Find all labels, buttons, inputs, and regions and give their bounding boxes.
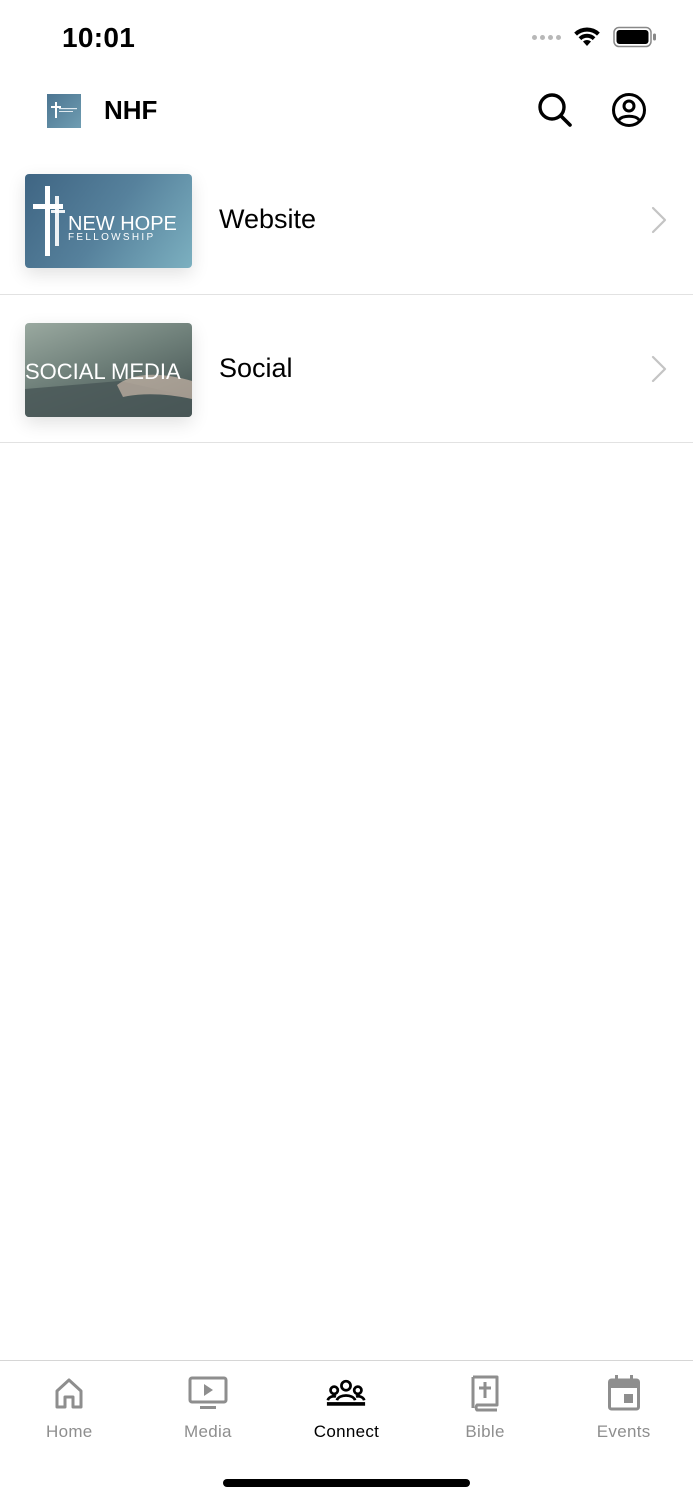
- wifi-icon: [574, 27, 600, 46]
- connect-icon: [326, 1379, 366, 1406]
- media-icon: [188, 1376, 228, 1409]
- profile-button[interactable]: [609, 90, 649, 130]
- app-header: NHF: [0, 76, 693, 146]
- website-thumbnail: NEW HOPE FELLOWSHIP: [25, 174, 192, 268]
- events-icon: [607, 1375, 640, 1411]
- tab-label: Media: [183, 1422, 232, 1441]
- tab-label: Home: [46, 1422, 93, 1441]
- app-logo-icon: [51, 102, 77, 118]
- chevron-right-icon: [651, 206, 667, 234]
- thumb-line2: FELLOWSHIP: [68, 232, 155, 243]
- tab-media[interactable]: Media: [139, 1373, 278, 1442]
- chevron-right-icon: [651, 355, 667, 383]
- search-button[interactable]: [535, 90, 575, 130]
- tab-label: Events: [596, 1422, 651, 1441]
- tab-connect[interactable]: Connect: [277, 1373, 416, 1442]
- header-actions: [535, 90, 649, 130]
- tab-bar: Home Media Connect Bible Events: [0, 1360, 693, 1500]
- tab-home[interactable]: Home: [0, 1373, 139, 1442]
- thumb-text: SOCIAL MEDIA: [25, 359, 181, 384]
- battery-icon: [613, 26, 656, 48]
- home-icon: [55, 1378, 83, 1409]
- tab-label: Bible: [465, 1422, 505, 1441]
- home-indicator: [223, 1479, 470, 1487]
- page-title: NHF: [104, 95, 158, 125]
- tab-events[interactable]: Events: [554, 1373, 693, 1442]
- status-bar: 10:01: [0, 0, 693, 76]
- status-time: 10:01: [62, 22, 136, 53]
- status-icons: [532, 26, 657, 48]
- new-hope-logo: NEW HOPE FELLOWSHIP: [33, 186, 177, 256]
- account-circle-icon: [612, 93, 646, 127]
- social-thumbnail: SOCIAL MEDIA: [25, 323, 192, 417]
- tab-list: Home Media Connect Bible Events: [0, 1373, 693, 1442]
- cellular-signal-icon: [532, 34, 561, 40]
- list-item-label: Social: [219, 353, 293, 383]
- list-item-label: Website: [219, 204, 317, 234]
- social-media-image: SOCIAL MEDIA: [25, 359, 192, 417]
- tab-bible[interactable]: Bible: [416, 1373, 555, 1442]
- connect-list: NEW HOPE FELLOWSHIP Website SOCIAL MEDIA…: [0, 146, 693, 443]
- tab-label: Connect: [313, 1422, 380, 1441]
- list-item-social[interactable]: SOCIAL MEDIA Social: [0, 295, 693, 443]
- bible-icon: [471, 1375, 499, 1412]
- search-icon: [538, 93, 572, 127]
- app-logo: [47, 94, 81, 128]
- list-item-website[interactable]: NEW HOPE FELLOWSHIP Website: [0, 146, 693, 295]
